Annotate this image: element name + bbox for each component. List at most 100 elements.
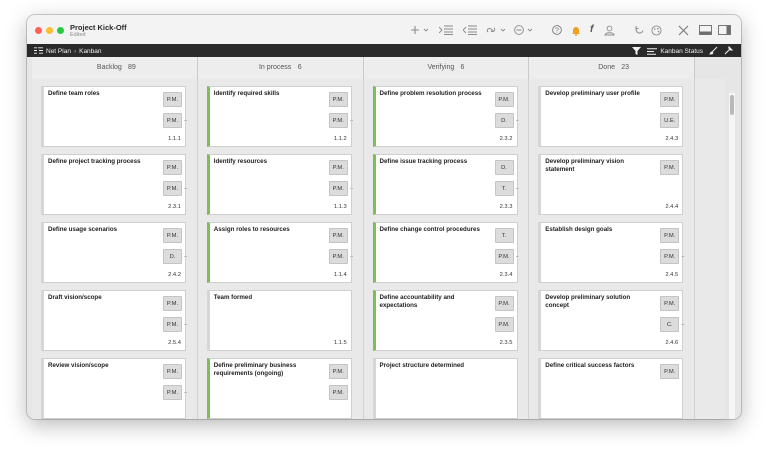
minimize-window-button[interactable]: [46, 27, 53, 34]
column-verifying: Define problem resolution process P.M. D…: [364, 79, 530, 419]
resource-chip: P.M.: [163, 296, 182, 311]
task-card[interactable]: Establish design goals P.M. P.M. .. 2.4.…: [538, 222, 685, 283]
person-icon[interactable]: [604, 24, 615, 36]
task-title: Team formed: [213, 294, 253, 301]
resource-chip: U.E.: [660, 113, 680, 128]
title-bar: Project Kick-Off Edited ? f: [27, 15, 741, 44]
task-card[interactable]: Define issue tracking process D. T. .. 2…: [372, 154, 519, 215]
zoom-window-button[interactable]: [57, 27, 64, 34]
column-header-backlog[interactable]: Backlog 89: [32, 57, 198, 79]
bell-icon[interactable]: [571, 24, 581, 36]
filter-icon[interactable]: [632, 46, 642, 57]
resource-chip: D.: [494, 113, 514, 128]
task-title: Project structure determined: [379, 362, 465, 369]
task-title: Establish design goals: [545, 226, 613, 233]
task-card[interactable]: Define team roles P.M. P.M. .. 1.1.1: [41, 86, 188, 147]
indent-icon[interactable]: [439, 24, 453, 36]
task-card[interactable]: Develop preliminary vision statement P.M…: [538, 154, 684, 215]
more-circle-icon[interactable]: [514, 24, 534, 36]
refresh-icon[interactable]: [634, 24, 645, 36]
scrollbar-thumb[interactable]: [730, 95, 734, 115]
more-resources: ..: [184, 321, 188, 327]
resource-chip: P.M.: [163, 385, 182, 400]
more-resources: ..: [515, 185, 519, 191]
resource-chip: P.M.: [660, 249, 680, 264]
task-card[interactable]: Define change control procedures T. P.M.…: [372, 222, 519, 283]
task-card[interactable]: Assign roles to resources P.M. P.M. .. 1…: [206, 222, 353, 283]
brush-icon[interactable]: [709, 46, 718, 57]
resource-chip: P.M.: [494, 296, 514, 311]
column-header-verifying[interactable]: Verifying 6: [364, 57, 530, 79]
column-header-done[interactable]: Done 23: [529, 57, 695, 79]
breadcrumb-kanban[interactable]: Kanban: [79, 48, 101, 55]
breadcrumb-net-plan[interactable]: Net Plan: [46, 48, 71, 55]
resource-chip: P.M.: [163, 317, 182, 332]
column-count: 89: [128, 64, 136, 71]
palette-icon[interactable]: [651, 24, 662, 36]
resource-chip: T.: [494, 181, 514, 196]
resource-chip: P.M.: [328, 364, 348, 379]
resource-chip: P.M.: [163, 181, 182, 196]
task-number: 1.1.4: [333, 272, 347, 278]
column-name: Verifying: [427, 64, 455, 71]
resource-chip: P.M.: [328, 113, 348, 128]
task-card[interactable]: Project structure determined: [372, 358, 518, 419]
task-card[interactable]: Draft vision/scope P.M. P.M. .. 2.5.4: [41, 290, 188, 351]
task-number: 1.1.3: [333, 204, 347, 210]
plus-icon[interactable]: [411, 24, 429, 36]
task-title: Identify resources: [213, 158, 268, 165]
task-card[interactable]: Define accountability and expectations P…: [372, 290, 518, 351]
font-icon[interactable]: f: [590, 24, 593, 36]
task-number: 2.3.1: [168, 204, 181, 210]
column-headers: Backlog 89 In process 6 Verifying 6 Done…: [32, 57, 695, 80]
task-card[interactable]: Review vision/scope P.M. P.M. ..: [41, 358, 187, 419]
vertical-scrollbar[interactable]: [729, 93, 735, 419]
sidebar-icon[interactable]: [718, 24, 731, 36]
resource-chip: P.M.: [328, 249, 348, 264]
resource-chip: P.M.: [328, 385, 348, 400]
task-number: 2.4.5: [665, 272, 679, 278]
task-card[interactable]: Develop preliminary solution concept P.M…: [538, 290, 685, 351]
column-name: Done: [598, 64, 615, 71]
task-card[interactable]: Define project tracking process P.M. P.M…: [41, 154, 187, 215]
column-count: 23: [621, 64, 630, 71]
close-window-button[interactable]: [35, 27, 42, 34]
task-card[interactable]: Identify resources P.M. P.M. .. 1.1.3: [206, 154, 353, 215]
more-resources: ..: [515, 117, 519, 123]
task-card[interactable]: Define problem resolution process P.M. D…: [372, 86, 519, 147]
column-header-in-process[interactable]: In process 6: [198, 57, 364, 79]
task-number: 1.1.1: [168, 136, 181, 142]
window-icon[interactable]: [699, 24, 712, 36]
resource-chip: P.M.: [494, 249, 514, 264]
task-number: 2.4.3: [665, 136, 679, 142]
outline-view-icon[interactable]: [34, 47, 43, 56]
link-icon[interactable]: [486, 24, 506, 36]
document-title: Project Kick-Off: [70, 23, 127, 32]
task-card[interactable]: Define usage scenarios P.M. D. .. 2.4.2: [41, 222, 187, 283]
task-title: Draft vision/scope: [48, 294, 102, 301]
task-card[interactable]: Define preliminary business requirements…: [206, 358, 352, 419]
outdent-icon[interactable]: [463, 24, 477, 36]
resource-chip: P.M.: [163, 92, 182, 107]
task-card[interactable]: Team formed 1.1.5: [206, 290, 352, 351]
task-card[interactable]: Develop preliminary user profile P.M. U.…: [538, 86, 684, 147]
kanban-status-button[interactable]: Kanban Status: [647, 48, 703, 55]
task-card[interactable]: Define critical success factors P.M.: [538, 358, 684, 419]
column-in-process: Identify required skills P.M. P.M. .. 1.…: [198, 79, 364, 419]
task-number: 1.1.5: [333, 340, 347, 346]
resource-chip: P.M.: [328, 228, 348, 243]
help-icon[interactable]: ?: [552, 24, 562, 36]
board-empty-area: [695, 79, 726, 419]
task-title: Define change control procedures: [379, 226, 480, 233]
resource-chip: T.: [494, 228, 514, 243]
task-title: Define problem resolution process: [379, 90, 482, 97]
tools-icon[interactable]: [678, 24, 689, 36]
wrench-icon[interactable]: [724, 45, 734, 57]
more-resources: ..: [184, 117, 188, 123]
task-card[interactable]: Identify required skills P.M. P.M. .. 1.…: [206, 86, 353, 147]
resource-chip: P.M.: [163, 228, 182, 243]
task-title: Develop preliminary user profile: [545, 90, 640, 97]
column-name: In process: [258, 64, 292, 71]
task-number: 2.3.5: [499, 340, 513, 346]
task-title: Define accountability and expectations: [379, 294, 455, 309]
